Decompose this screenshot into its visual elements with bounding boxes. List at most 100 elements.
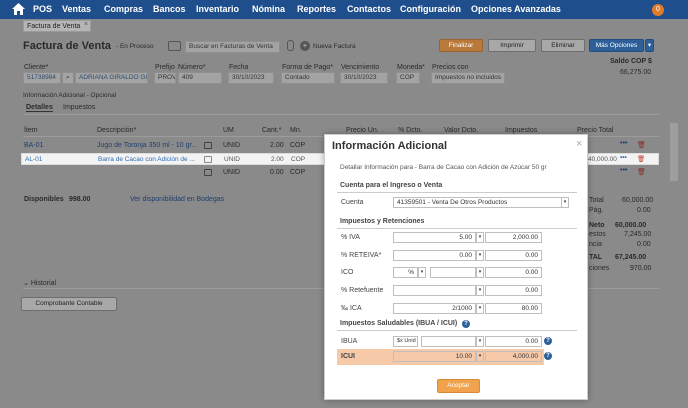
comment-icon[interactable]: [168, 41, 181, 51]
tab-close-icon[interactable]: ×: [84, 21, 88, 28]
ico-unit-caret-icon[interactable]: ▾: [418, 267, 426, 278]
row-comment-icon[interactable]: [204, 156, 212, 163]
ica-pct-input[interactable]: 2/1000: [393, 303, 476, 314]
section-cuenta: Cuenta para el Ingreso o Venta: [340, 182, 443, 189]
ica-caret-icon[interactable]: ▾: [476, 303, 484, 314]
saludables-help-icon[interactable]: ?: [462, 320, 470, 328]
finalize-button[interactable]: Finalizar: [439, 39, 483, 52]
iva-pct-input[interactable]: 5.00: [393, 232, 476, 243]
row-cant: 2.00: [271, 156, 284, 163]
table-scrollbar[interactable]: [670, 123, 678, 181]
iva-value: 2,000.00: [485, 232, 542, 243]
retefuente-label: % Retefuente: [341, 287, 384, 294]
ibua-caret-icon[interactable]: ▾: [476, 336, 484, 347]
ver-disponibilidad-link[interactable]: Ver disponibilidad en Bodegas: [130, 196, 224, 203]
ico-rate-caret-icon[interactable]: ▾: [476, 267, 484, 278]
modal-close-icon[interactable]: ×: [576, 138, 582, 150]
col-precio-un: Precio Un.: [346, 127, 379, 134]
search-input[interactable]: Buscar en Facturas de Venta: [185, 41, 280, 53]
reteiva-caret-icon[interactable]: ▾: [476, 250, 484, 261]
pag-value: 0.00: [637, 207, 651, 214]
row-item[interactable]: BA-01: [24, 142, 43, 149]
neto-label: Neto: [589, 222, 605, 229]
cuenta-caret-icon[interactable]: ▾: [561, 197, 569, 208]
forma-pago-select[interactable]: Contado: [281, 72, 335, 84]
col-cant: Cant.*: [262, 127, 282, 134]
retefuente-value: 0.00: [485, 285, 542, 296]
retefuente-caret-icon[interactable]: ▾: [476, 285, 484, 296]
row-more-icon[interactable]: •••: [620, 167, 627, 174]
cliente-search-icon[interactable]: ⌕: [62, 72, 74, 84]
notification-badge[interactable]: 0: [652, 4, 664, 16]
add-icon[interactable]: +: [300, 41, 310, 51]
nav-pos[interactable]: POS: [33, 4, 52, 14]
nav-reportes[interactable]: Reportes: [297, 4, 336, 14]
col-precio-total: Precio Total: [577, 127, 614, 134]
col-impuestos: Impuestos: [505, 127, 538, 134]
row-delete-icon[interactable]: 🗑: [637, 141, 646, 149]
nav-compras[interactable]: Compras: [104, 4, 143, 14]
reteiva-pct-input[interactable]: 0.00: [393, 250, 476, 261]
subtab-impuestos[interactable]: Impuestos: [63, 104, 95, 111]
numero-label: Número*: [178, 64, 206, 71]
info-adicional-toggle[interactable]: Información Adicional - Opcional: [23, 92, 116, 99]
row-delete-icon[interactable]: 🗑: [637, 155, 645, 163]
ica-value: 80.00: [485, 303, 542, 314]
page-title: Factura de Venta: [23, 40, 112, 52]
retenciones-label: ciones: [589, 265, 610, 272]
iva-caret-icon[interactable]: ▾: [476, 232, 484, 243]
row-desc[interactable]: Jugo de Toronja 350 ml - 10 gr...: [97, 142, 197, 149]
nav-configuracion[interactable]: Configuración: [400, 4, 461, 14]
ico-unit-select[interactable]: %: [393, 267, 418, 278]
numero-input[interactable]: 409: [178, 72, 222, 84]
retencion-label: ncia: [589, 241, 602, 248]
row-comment-icon[interactable]: [204, 142, 212, 149]
row-delete-icon[interactable]: 🗑: [637, 168, 646, 176]
nav-nomina[interactable]: Nómina: [252, 4, 285, 14]
tab-factura-venta[interactable]: Factura de Venta ×: [23, 20, 91, 32]
nav-inventario[interactable]: Inventario: [196, 4, 239, 14]
attach-icon[interactable]: [287, 40, 294, 51]
col-um: UM: [223, 127, 234, 134]
icui-caret-icon[interactable]: ▾: [476, 351, 484, 362]
icui-help-icon[interactable]: ?: [544, 352, 552, 360]
saldo-label: Saldo COP $: [610, 58, 652, 65]
row-mn: COP: [291, 156, 306, 163]
ibua-unit-select[interactable]: $x Unid: [393, 336, 418, 347]
row-desc[interactable]: Barra de Cacao con Adición de ...: [98, 156, 195, 163]
ibua-rate-select[interactable]: [421, 336, 476, 347]
nav-bancos[interactable]: Bancos: [153, 4, 186, 14]
new-invoice-link[interactable]: Nueva Factura: [313, 43, 356, 50]
more-options-button[interactable]: Más Opciones: [589, 39, 644, 52]
gran-total-value: 67,245.00: [615, 254, 647, 261]
prefijo-input[interactable]: PROV: [154, 72, 176, 84]
cliente-name-input[interactable]: ADRIANA GIRALDO GOM: [75, 72, 148, 84]
nav-opciones-avanzadas[interactable]: Opciones Avanzadas: [471, 4, 561, 14]
row-mn: COP: [290, 169, 306, 176]
row-item[interactable]: AL-01: [25, 156, 42, 163]
retefuente-pct-input[interactable]: [393, 285, 476, 296]
historial-toggle[interactable]: ⌄ Historial: [23, 279, 56, 287]
ibua-help-icon[interactable]: ?: [544, 337, 552, 345]
fecha-input[interactable]: 30/10/2023: [228, 72, 274, 84]
row-more-icon[interactable]: •••: [620, 154, 627, 161]
cliente-id-input[interactable]: 51738984: [23, 72, 61, 84]
precios-select[interactable]: Impuestos no incluidos: [431, 72, 505, 84]
accept-button[interactable]: Aceptar: [437, 379, 480, 393]
more-options-caret-icon[interactable]: ▾: [645, 39, 654, 52]
home-icon[interactable]: [12, 3, 25, 15]
icui-pct-input[interactable]: 10.00: [393, 351, 476, 362]
subtab-detalles[interactable]: Detalles: [26, 104, 53, 112]
print-button[interactable]: Imprimir: [488, 39, 536, 52]
cuenta-select[interactable]: 41359501 - Venta De Otros Productos: [393, 197, 569, 208]
nav-contactos[interactable]: Contactos: [347, 4, 391, 14]
row-more-icon[interactable]: •••: [620, 140, 627, 147]
moneda-select[interactable]: COP: [396, 72, 420, 84]
disponibles-label: Disponibles: [24, 196, 64, 203]
comprobante-contable-button[interactable]: Comprobante Contable: [21, 297, 117, 311]
delete-button[interactable]: Eliminar: [541, 39, 585, 52]
nav-ventas[interactable]: Ventas: [62, 4, 91, 14]
vencimiento-input[interactable]: 30/10/2023: [340, 72, 388, 84]
row-comment-icon[interactable]: [204, 169, 212, 176]
ico-rate-select[interactable]: [430, 267, 476, 278]
